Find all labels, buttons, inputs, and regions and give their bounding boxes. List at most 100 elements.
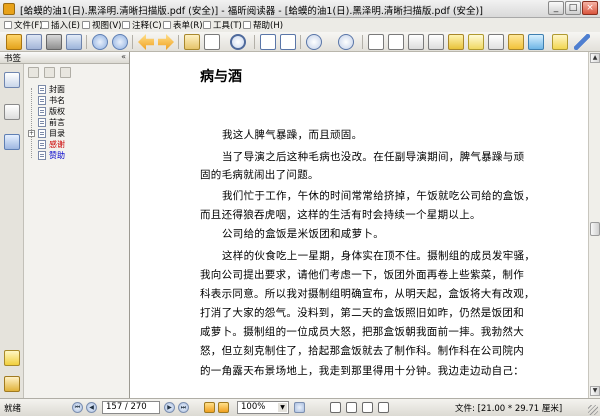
rotate-icon[interactable]	[368, 34, 384, 50]
text-line: 我们忙于工作，午休的时间常常给挤掉，午饭就吃公司给的盒饭，	[222, 190, 536, 202]
bookmark-item[interactable]: 封面	[28, 84, 65, 95]
page-size-info: 文件: [21.00 * 29.71 厘米]	[455, 404, 563, 414]
text-line: 科表示同意。所以我对摄制组明确宣布，从明天起，盒饭将大有改观，	[200, 288, 535, 300]
pointer-icon[interactable]	[408, 34, 424, 50]
minimize-button[interactable]: _	[548, 1, 564, 15]
arrow-tool-icon[interactable]	[574, 34, 590, 50]
menu-form[interactable]: 表单(R)	[163, 19, 203, 31]
delete-bookmark-icon[interactable]	[44, 67, 55, 78]
bookmark-item[interactable]: 前言	[28, 117, 65, 128]
expand-toggle-icon[interactable]: +	[28, 130, 35, 137]
pages-tab-icon[interactable]	[4, 104, 20, 120]
bookmarks-tab-icon[interactable]	[4, 72, 20, 88]
select-text-icon[interactable]	[204, 34, 220, 50]
comments-tab-icon[interactable]	[4, 350, 20, 366]
highlight-icon[interactable]	[508, 34, 524, 50]
bookmark-icon	[38, 151, 46, 160]
email-icon[interactable]	[66, 34, 82, 50]
scroll-thumb[interactable]	[590, 222, 600, 236]
note-icon[interactable]	[468, 34, 484, 50]
menu-tools-label: 工具(T)	[213, 21, 242, 31]
bookmark-item[interactable]: 版权	[28, 106, 65, 117]
previous-view-icon[interactable]	[92, 34, 108, 50]
save-icon[interactable]	[26, 34, 42, 50]
typewriter-icon[interactable]	[488, 34, 504, 50]
forward-view-icon[interactable]	[218, 402, 229, 413]
bookmark-icon	[38, 129, 46, 138]
single-page-icon[interactable]	[330, 402, 341, 413]
bookmark-icon	[38, 118, 46, 127]
scroll-down-icon[interactable]: ▼	[590, 386, 600, 396]
bookmark-label: 感谢	[49, 140, 65, 149]
vertical-scrollbar[interactable]: ▲ ▼	[588, 52, 600, 398]
zoom-icon[interactable]	[230, 34, 246, 50]
text-line: 怒，但立刻克制住了，拾起那盒饭就去了制作科。制作科在公司院内	[200, 345, 524, 357]
menu-comment[interactable]: 注释(C)	[122, 19, 162, 31]
collapse-panel-button[interactable]: «	[121, 52, 126, 61]
chevron-down-icon[interactable]: ▼	[278, 403, 287, 412]
next-view-icon[interactable]	[112, 34, 128, 50]
hand-tool-icon[interactable]	[184, 34, 200, 50]
print-icon[interactable]	[46, 34, 62, 50]
bookmark-item[interactable]: 感谢	[28, 139, 65, 150]
bookmark-label: 前言	[49, 118, 65, 127]
fit-page-icon[interactable]	[280, 34, 296, 50]
last-page-icon[interactable]: ⏭	[178, 402, 189, 413]
back-view-icon[interactable]	[204, 402, 215, 413]
text-line: 固的毛病就闹出了问题。	[200, 169, 319, 181]
form-menu-icon	[163, 21, 171, 29]
page-number-input[interactable]: 157 / 270	[102, 401, 160, 414]
actual-size-icon[interactable]	[260, 34, 276, 50]
text-line: 我这人脾气暴躁，而且顽固。	[222, 129, 363, 141]
callout-icon[interactable]	[552, 34, 568, 50]
menu-tools[interactable]: 工具(T)	[203, 19, 242, 31]
menu-comment-label: 注释(C)	[132, 21, 162, 31]
new-bookmark-icon[interactable]	[60, 67, 71, 78]
first-page-icon[interactable]: ⏮	[72, 402, 83, 413]
menu-insert-label: 插入(E)	[51, 21, 81, 31]
menu-view-label: 视图(V)	[92, 21, 122, 31]
back-arrow-icon[interactable]	[138, 34, 154, 50]
previous-page-icon[interactable]: ◀	[86, 402, 97, 413]
zoom-in-icon[interactable]	[338, 34, 354, 50]
next-page-icon[interactable]: ▶	[164, 402, 175, 413]
bookmark-item[interactable]: + 目录	[28, 128, 65, 139]
bookmark-label: 封面	[49, 85, 65, 94]
menu-file[interactable]: 文件(F)	[4, 19, 43, 31]
menu-insert[interactable]: 插入(E)	[41, 19, 80, 31]
zoom-out-small-icon[interactable]	[294, 402, 305, 413]
window-title: [蛤蟆的油1(日).黑泽明.清晰扫描版.pdf (安全)] - 福昕阅读器 - …	[20, 6, 483, 17]
attachments-tab-icon[interactable]	[4, 376, 20, 392]
menu-view[interactable]: 视图(V)	[82, 19, 121, 31]
scroll-up-icon[interactable]: ▲	[590, 53, 600, 63]
facing-icon[interactable]	[362, 402, 373, 413]
menu-form-label: 表单(R)	[173, 21, 203, 31]
view-menu-icon	[82, 21, 90, 29]
menu-file-label: 文件(F)	[14, 21, 43, 31]
maximize-button[interactable]: □	[565, 1, 581, 15]
text-box-icon[interactable]	[448, 34, 464, 50]
forward-arrow-icon[interactable]	[158, 34, 174, 50]
resize-grip[interactable]	[588, 405, 598, 415]
bookmark-item[interactable]: 书名	[28, 95, 65, 106]
snapshot-icon[interactable]	[428, 34, 444, 50]
continuous-facing-icon[interactable]	[378, 402, 389, 413]
bookmark-item[interactable]: 赞助	[28, 150, 65, 161]
layers-tab-icon[interactable]	[4, 134, 20, 150]
open-folder-icon[interactable]	[6, 34, 22, 50]
menu-help[interactable]: 帮助(H)	[243, 19, 283, 31]
zoom-out-icon[interactable]	[306, 34, 322, 50]
bookmark-label: 赞助	[49, 151, 65, 160]
help-menu-icon	[243, 21, 251, 29]
close-button[interactable]: ×	[582, 1, 598, 15]
continuous-icon[interactable]	[346, 402, 357, 413]
bookmark-icon	[38, 85, 46, 94]
document-page[interactable]: 病与酒 我这人脾气暴躁，而且顽固。 当了导演之后这种毛病也没改。在任副导演期间，…	[130, 52, 588, 398]
zoom-select[interactable]: 100% ▼	[237, 401, 289, 414]
stamp-icon[interactable]	[528, 34, 544, 50]
title-bar: [蛤蟆的油1(日).黑泽明.清晰扫描版.pdf (安全)] - 福昕阅读器 - …	[0, 0, 600, 18]
expand-bookmark-icon[interactable]	[28, 67, 39, 78]
bookmark-tools	[24, 64, 129, 80]
text-line: 的一角露天布景场地上，我走到那里得用十分钟。我边走边动自己：	[200, 365, 524, 377]
continuous-page-icon[interactable]	[388, 34, 404, 50]
